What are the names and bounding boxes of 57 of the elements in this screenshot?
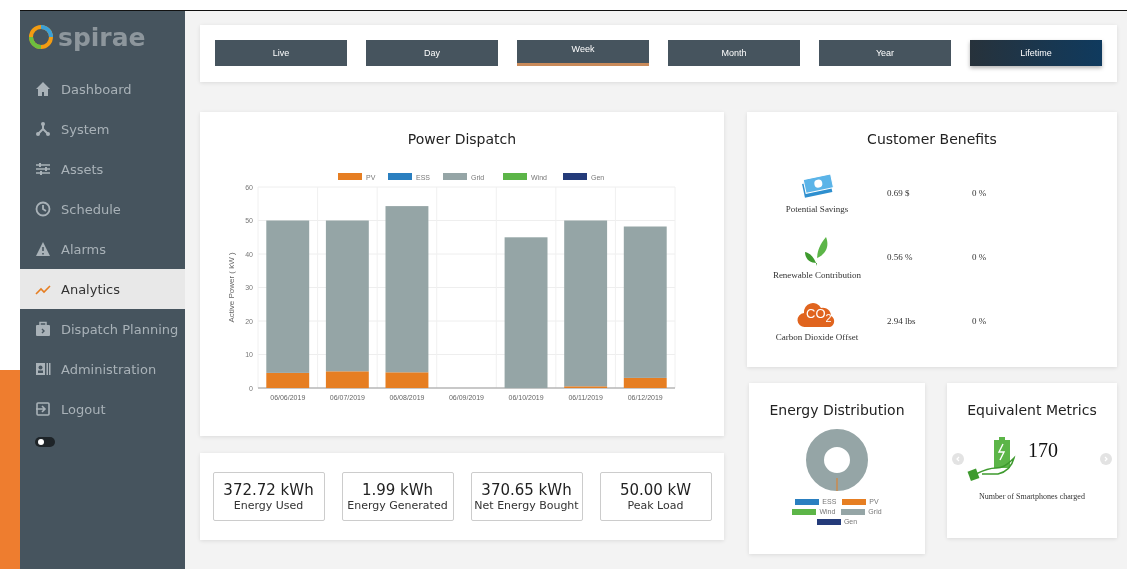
period-tab[interactable]: Week <box>517 40 649 66</box>
nav-item[interactable]: System <box>20 109 185 149</box>
sliders-icon <box>35 161 51 177</box>
logo-text: spirae <box>58 22 146 52</box>
network-icon <box>35 121 51 137</box>
nav-item[interactable]: Dispatch Planning <box>20 309 185 349</box>
home-icon <box>35 81 51 97</box>
nav-item[interactable]: Alarms <box>20 229 185 269</box>
stat-value: 372.72 kWh <box>223 481 314 499</box>
benefit-value: 2.94 lbs <box>887 316 917 326</box>
previous-button[interactable] <box>952 453 964 465</box>
briefcase-icon <box>35 321 51 337</box>
benefit-value: 0.56 % <box>887 252 914 262</box>
card-title: Energy Distribution <box>769 402 905 418</box>
metric-value: 170 <box>1028 438 1058 462</box>
stat-value: 50.00 kW <box>619 481 692 499</box>
id-card-icon <box>35 361 51 377</box>
cloud-label: CO$_{2}$ <box>806 305 832 324</box>
benefit-label: Potential Savings <box>785 203 849 214</box>
period-tab[interactable]: Lifetime <box>970 40 1102 66</box>
next-button[interactable] <box>1100 453 1112 465</box>
nav-item[interactable]: Logout <box>20 389 185 429</box>
chevron-right-icon <box>1103 456 1109 462</box>
metric-caption: Number of Smartphones charged <box>979 492 1085 501</box>
stat-label: Energy Used <box>233 499 304 512</box>
logout-icon <box>35 401 51 417</box>
nav-item[interactable]: Dashboard <box>20 69 185 109</box>
benefit-value: 0.69 $ <box>887 188 911 198</box>
nav-item[interactable]: Schedule <box>20 189 185 229</box>
period-tab[interactable]: Day <box>366 40 498 66</box>
toggle-switch[interactable] <box>35 437 55 447</box>
period-tab[interactable]: Month <box>668 40 800 66</box>
stat-label: Energy Generated <box>347 499 448 512</box>
stat-label: Peak Load <box>627 499 684 512</box>
donut-chart-drawing <box>805 428 869 492</box>
benefit-change: 0 % <box>972 188 988 198</box>
logo-icon <box>28 24 54 50</box>
card-title: Equivalent Metrics <box>967 402 1097 418</box>
warning-icon <box>35 241 51 257</box>
stat-label: Net Energy Bought <box>474 499 579 512</box>
benefit-label: Renewable Contribution <box>772 269 862 280</box>
benefit-change: 0 % <box>972 316 988 326</box>
nav-item[interactable]: Analytics <box>20 269 185 309</box>
nav-item[interactable]: Administration <box>20 349 185 389</box>
period-tab[interactable]: Year <box>819 40 951 66</box>
stat-value: 370.65 kWh <box>481 481 572 499</box>
cloud-icon <box>797 300 837 329</box>
clock-icon <box>35 201 51 217</box>
chevron-left-icon <box>955 456 961 462</box>
axis-title: Active Power ( kW ) <box>227 252 236 323</box>
card-title: Customer Benefits <box>866 131 998 147</box>
nav-item[interactable]: Assets <box>20 149 185 189</box>
period-tab[interactable]: Live <box>215 40 347 66</box>
stat-value: 1.99 kWh <box>361 481 434 499</box>
benefit-change: 0 % <box>972 252 988 262</box>
card-title: Power Dispatch <box>407 131 517 147</box>
benefit-label: Carbon Dioxide Offset <box>775 331 859 342</box>
